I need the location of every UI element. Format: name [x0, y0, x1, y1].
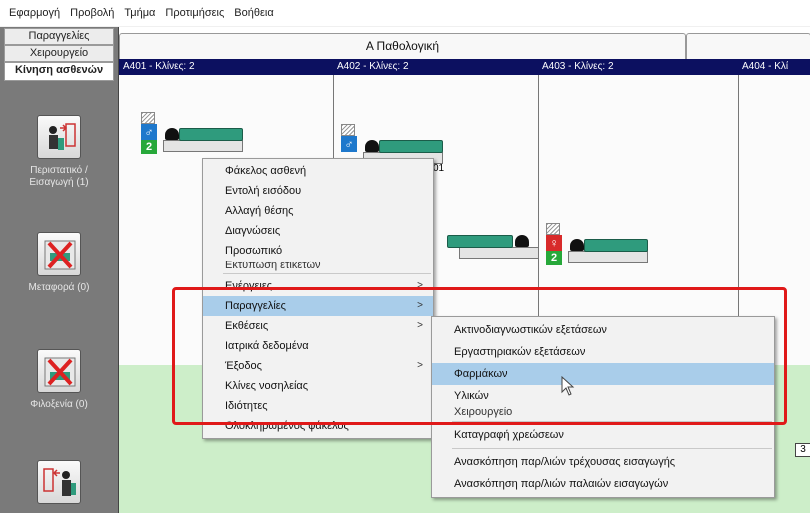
- ctx-diagnoses[interactable]: Διαγνώσεις: [203, 221, 433, 241]
- rooms-header: A401 - Κλίνες: 2 A402 - Κλίνες: 2 A403 -…: [119, 59, 810, 75]
- room-header-a401: A401 - Κλίνες: 2: [123, 61, 195, 72]
- sub-separator: [452, 448, 772, 449]
- menu-department[interactable]: Τμήμα: [119, 5, 160, 21]
- ctx-medical-data[interactable]: Ιατρικά δεδομένα: [203, 336, 433, 356]
- hosting-button[interactable]: Φιλοξενία (0): [0, 349, 118, 411]
- male-icon: ♂: [341, 136, 357, 152]
- bed-number-partial: 3: [795, 443, 810, 457]
- blanket: [584, 239, 648, 252]
- ctx-orders[interactable]: Παραγγελίες >: [203, 296, 433, 316]
- male-icon: ♂: [141, 124, 157, 140]
- patient-transfer-disabled-icon: [37, 232, 81, 276]
- ctx-print-labels[interactable]: Εκτύπωση ετικετών: [203, 261, 433, 271]
- bed-number: 2: [141, 140, 157, 154]
- context-menu: Φάκελος ασθενή Εντολή εισόδου Αλλαγή θέσ…: [202, 158, 434, 439]
- bed-hatch-icon: [341, 124, 355, 136]
- ctx-admission-order[interactable]: Εντολή εισόδου: [203, 181, 433, 201]
- sub-medications[interactable]: Φαρμάκων: [432, 363, 774, 385]
- patient-head-icon: [365, 140, 379, 152]
- nav-tab-surgery[interactable]: Χειρουργείο: [4, 45, 114, 62]
- bed-hatch-icon: [546, 223, 560, 235]
- blanket: [447, 235, 513, 248]
- bed-snippet-text: 01: [433, 163, 445, 174]
- admission-label: Περιστατικό / Εισαγωγή (1): [29, 165, 89, 188]
- ctx-patient-folder[interactable]: Φάκελος ασθενή: [203, 161, 433, 181]
- room-header-a402: A402 - Κλίνες: 2: [337, 61, 409, 72]
- blanket: [379, 140, 443, 153]
- room-header-a404: A404 - Κλί: [742, 61, 789, 72]
- sub-review-current-orders[interactable]: Ανασκόπηση παρ/λιών τρέχουσας εισαγωγής: [432, 451, 774, 473]
- admission-button[interactable]: Περιστατικό / Εισαγωγή (1): [0, 115, 118, 189]
- mouse-cursor-icon: [561, 375, 575, 399]
- ctx-orders-label: Παραγγελίες: [225, 300, 286, 312]
- department-tab-next[interactable]: [686, 33, 810, 59]
- menu-bar: Εφαρμογή Προβολή Τμήμα Προτιμήσεις Βοήθε…: [0, 0, 810, 26]
- bed-number: 2: [546, 251, 562, 265]
- chevron-right-icon: >: [417, 360, 423, 371]
- chevron-right-icon: >: [417, 300, 423, 311]
- orders-submenu: Ακτινοδιαγνωστικών εξετάσεων Εργαστηριακ…: [431, 316, 775, 498]
- menu-help[interactable]: Βοήθεια: [229, 5, 278, 21]
- sub-review-old-orders[interactable]: Ανασκόπηση παρ/λιών παλαιών εισαγωγών: [432, 473, 774, 495]
- ctx-properties[interactable]: Ιδιότητες: [203, 396, 433, 416]
- sub-materials[interactable]: Υλικών: [432, 385, 774, 407]
- patient-head-icon: [165, 128, 179, 140]
- bed-a402-2[interactable]: [437, 219, 539, 261]
- transfer-button[interactable]: Μεταφορά (0): [0, 232, 118, 294]
- hosting-label: Φιλοξενία (0): [30, 399, 88, 410]
- blanket: [179, 128, 243, 141]
- room-header-a403: A403 - Κλίνες: 2: [542, 61, 614, 72]
- menu-view[interactable]: Προβολή: [65, 5, 119, 21]
- ctx-exit[interactable]: Έξοδος >: [203, 356, 433, 376]
- exit-button[interactable]: [0, 460, 118, 510]
- sub-charges-record[interactable]: Καταγραφή χρεώσεων: [432, 424, 774, 446]
- menu-application[interactable]: Εφαρμογή: [4, 5, 65, 21]
- patient-admission-icon: [37, 115, 81, 159]
- ctx-staff[interactable]: Προσωπικό: [203, 241, 433, 261]
- female-icon: ♀: [546, 235, 562, 251]
- patient-head-icon: [515, 235, 529, 247]
- bed-a401-1[interactable]: ♂ 2: [141, 112, 243, 154]
- bed-hatch-icon: [141, 112, 155, 124]
- patient-exit-icon: [37, 460, 81, 504]
- patient-head-icon: [570, 239, 584, 251]
- ctx-reports-label: Εκθέσεις: [225, 320, 269, 332]
- sub-radiology-exams[interactable]: Ακτινοδιαγνωστικών εξετάσεων: [432, 319, 774, 341]
- chevron-right-icon: >: [417, 320, 423, 331]
- ctx-reports[interactable]: Εκθέσεις >: [203, 316, 433, 336]
- nav-tab-patient-movement[interactable]: Κίνηση ασθενών: [4, 62, 114, 81]
- sub-lab-exams[interactable]: Εργαστηριακών εξετάσεων: [432, 341, 774, 363]
- sub-separator: [452, 421, 772, 422]
- ctx-hospital-beds[interactable]: Κλίνες νοσηλείας: [203, 376, 433, 396]
- department-tab[interactable]: Α Παθολογική: [119, 33, 686, 59]
- bed-frame: [568, 251, 648, 263]
- bed-frame: [163, 140, 243, 152]
- app-window: Εφαρμογή Προβολή Τμήμα Προτιμήσεις Βοήθε…: [0, 0, 810, 513]
- ctx-actions[interactable]: Ενέργειες >: [203, 276, 433, 296]
- hosting-disabled-icon: [37, 349, 81, 393]
- ctx-actions-label: Ενέργειες: [225, 280, 273, 292]
- ctx-separator: [223, 273, 431, 274]
- left-navigation: Παραγγελίες Χειρουργείο Κίνηση ασθενών Π…: [0, 27, 118, 513]
- transfer-label: Μεταφορά (0): [28, 282, 90, 293]
- menu-preferences[interactable]: Προτιμήσεις: [160, 5, 229, 21]
- nav-tab-orders[interactable]: Παραγγελίες: [4, 28, 114, 45]
- ctx-complete-folder[interactable]: Ολοκληρωμένος φάκελος: [203, 416, 433, 436]
- ctx-exit-label: Έξοδος: [225, 360, 262, 372]
- bed-a403-1[interactable]: ♀ 2: [546, 223, 648, 265]
- ctx-change-position[interactable]: Αλλαγή θέσης: [203, 201, 433, 221]
- sub-surgery[interactable]: Χειρουργείο: [432, 407, 774, 419]
- chevron-right-icon: >: [417, 280, 423, 291]
- bed-frame: [459, 247, 539, 259]
